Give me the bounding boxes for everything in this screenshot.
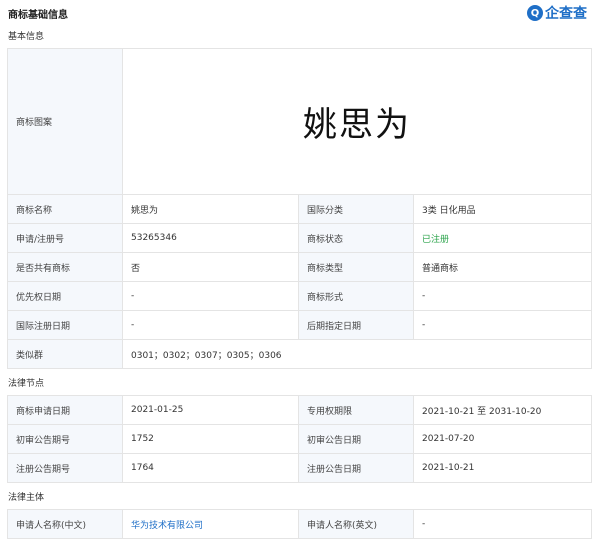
cell-value: 2021-07-20 (413, 424, 592, 454)
table-row: 申请人名称(中文) 华为技术有限公司 申请人名称(英文) - (7, 509, 592, 539)
cell-value: 普通商标 (412, 252, 593, 282)
cell-label: 专用权期限 (298, 395, 414, 425)
page-title: 商标基础信息 (8, 9, 68, 21)
cell-value: 2021-10-21 至 2031-10-20 (413, 395, 592, 425)
cell-label: 是否共有商标 (7, 252, 123, 282)
trademark-image-text: 姚思为 (303, 105, 412, 145)
section-title-subject: 法律主体 (8, 493, 45, 503)
qichacha-logo[interactable]: Q 企查查 (527, 3, 587, 23)
cell-value: 53265346 (122, 223, 299, 253)
image-label: 商标图案 (7, 48, 123, 195)
cell-label: 商标形式 (298, 281, 414, 311)
applicant-cell: 华为技术有限公司 (122, 509, 299, 539)
cell-label: 后期指定日期 (298, 310, 414, 340)
legal-nodes-table: 商标申请日期 2021-01-25 专用权期限 2021-10-21 至 203… (7, 395, 592, 483)
table-row: 是否共有商标 否 商标类型 普通商标 (7, 252, 593, 282)
cell-label: 商标类型 (298, 252, 414, 282)
table-row: 注册公告期号 1764 注册公告日期 2021-10-21 (7, 453, 592, 483)
table-row: 商标申请日期 2021-01-25 专用权期限 2021-10-21 至 203… (7, 395, 592, 425)
cell-value: - (412, 281, 593, 311)
status-badge: 已注册 (422, 234, 450, 245)
cell-label: 申请人名称(中文) (7, 509, 123, 539)
cell-value: - (122, 310, 299, 340)
top-bar: 商标基础信息 Q 企查查 (7, 0, 593, 26)
basic-info-table: 商标图案 姚思为 商标名称 姚思为 国际分类 3类 日化用品 申请/注册号 53… (7, 48, 593, 369)
cell-label: 国际分类 (298, 194, 414, 224)
cell-label: 商标申请日期 (7, 395, 123, 425)
cell-label: 初审公告期号 (7, 424, 123, 454)
cell-value: 2021-01-25 (122, 395, 299, 425)
applicant-link[interactable]: 华为技术有限公司 (131, 521, 203, 531)
cell-label: 申请/注册号 (7, 223, 123, 253)
cell-label: 国际注册日期 (7, 310, 123, 340)
cell-value: 1752 (122, 424, 299, 454)
cell-value: 3类 日化用品 (412, 194, 593, 224)
search-logo-icon: Q (527, 5, 543, 21)
table-row: 申请/注册号 53265346 商标状态 已注册 (7, 223, 593, 253)
table-row: 类似群 0301；0302；0307；0305；0306 (7, 339, 593, 369)
logo-text: 企查查 (545, 6, 587, 22)
cell-value: 1764 (122, 453, 299, 483)
table-row: 商标名称 姚思为 国际分类 3类 日化用品 (7, 194, 593, 224)
table-row: 商标图案 姚思为 (7, 48, 593, 195)
cell-label: 注册公告期号 (7, 453, 123, 483)
cell-label: 商标名称 (7, 194, 123, 224)
trademark-image: 姚思为 (121, 48, 593, 195)
similar-group-label: 类似群 (7, 339, 123, 369)
section-title-basic: 基本信息 (8, 32, 45, 42)
cell-value: - (413, 509, 592, 539)
cell-value: - (412, 310, 593, 340)
cell-label: 初审公告日期 (298, 424, 414, 454)
table-row: 国际注册日期 - 后期指定日期 - (7, 310, 593, 340)
cell-label: 商标状态 (298, 223, 414, 253)
section-title-legal: 法律节点 (8, 379, 45, 389)
table-row: 优先权日期 - 商标形式 - (7, 281, 593, 311)
table-row: 初审公告期号 1752 初审公告日期 2021-07-20 (7, 424, 592, 454)
cell-value: 姚思为 (122, 194, 299, 224)
legal-subject-table: 申请人名称(中文) 华为技术有限公司 申请人名称(英文) - (7, 509, 592, 539)
cell-value: 否 (122, 252, 299, 282)
cell-label: 申请人名称(英文) (298, 509, 414, 539)
cell-label: 优先权日期 (7, 281, 123, 311)
similar-group-value: 0301；0302；0307；0305；0306 (121, 339, 593, 369)
cell-label: 注册公告日期 (298, 453, 414, 483)
cell-value: 2021-10-21 (413, 453, 592, 483)
status-cell: 已注册 (412, 223, 593, 253)
trademark-info-page: 商标基础信息 Q 企查查 基本信息 商标图案 姚思为 商标名称 姚思为 国际分类… (0, 0, 600, 558)
cell-value: - (122, 281, 299, 311)
